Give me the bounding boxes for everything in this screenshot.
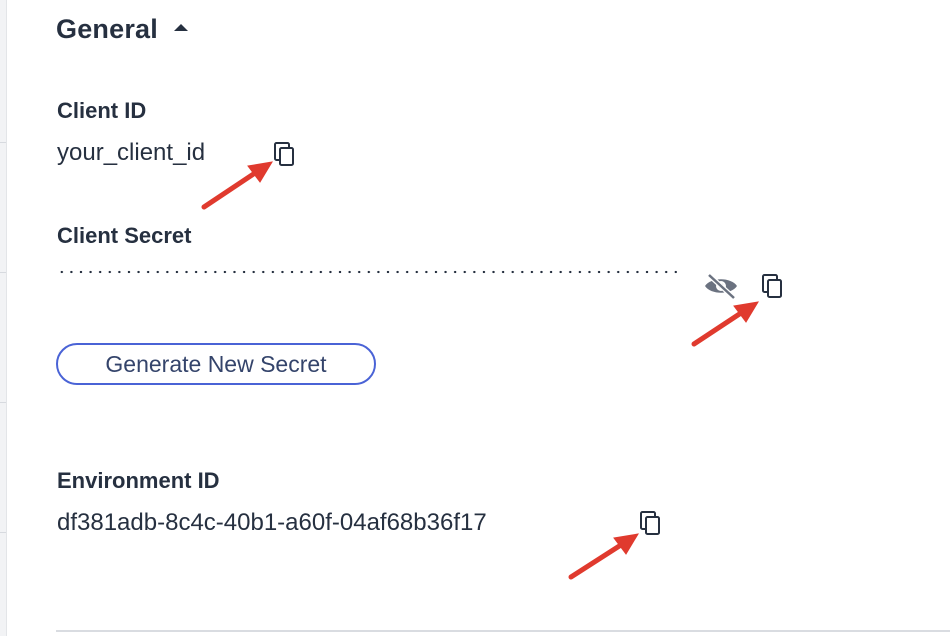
copy-icon[interactable] <box>758 272 786 300</box>
annotation-arrow <box>201 161 273 210</box>
client-secret-masked-value <box>57 270 677 274</box>
copy-icon[interactable] <box>636 509 664 537</box>
generate-new-secret-button[interactable]: Generate New Secret <box>56 343 376 385</box>
client-id-value: your_client_id <box>57 139 206 166</box>
client-id-label: Client ID <box>57 98 147 123</box>
rail-divider <box>0 532 6 533</box>
client-secret-label: Client Secret <box>57 223 192 248</box>
annotation-arrow <box>691 301 759 347</box>
rail-divider <box>0 402 6 403</box>
annotation-arrows <box>201 161 759 580</box>
section-divider <box>56 630 950 632</box>
copy-icon[interactable] <box>270 140 298 168</box>
rail-divider <box>0 272 6 273</box>
environment-id-value: df381adb-8c4c-40b1-a60f-04af68b36f17 <box>57 509 487 536</box>
rail-divider <box>0 142 6 143</box>
environment-id-label: Environment ID <box>57 468 220 493</box>
caret-up-icon[interactable] <box>173 24 188 31</box>
eye-off-icon[interactable] <box>703 272 739 300</box>
section-header-general[interactable]: General <box>56 14 188 45</box>
section-title: General <box>56 14 158 44</box>
annotation-arrow <box>568 533 639 580</box>
left-rail <box>0 0 7 636</box>
